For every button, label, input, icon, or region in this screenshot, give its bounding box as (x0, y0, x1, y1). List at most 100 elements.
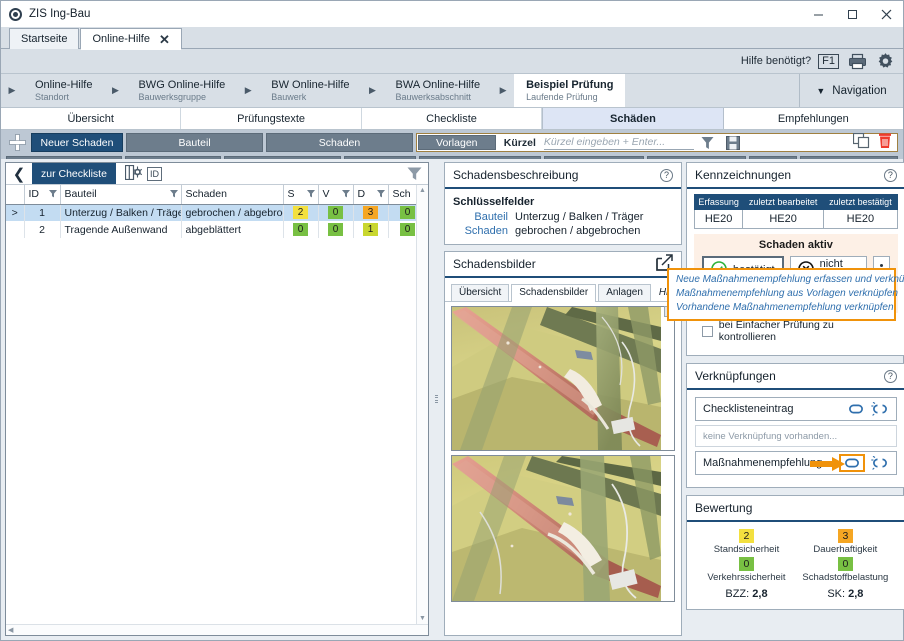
filter-icon[interactable] (377, 189, 385, 201)
scroll-up-icon[interactable]: ▲ (419, 187, 426, 194)
vorlagen-button[interactable]: Vorlagen (418, 135, 496, 150)
bzz-label: BZZ: (725, 588, 749, 600)
damages-table: ID Bauteil Schaden S V D Sch (6, 185, 416, 238)
new-damage-button[interactable]: Neuer Schaden (31, 133, 123, 152)
tab-label: Empfehlungen (778, 113, 849, 125)
cell-bauteil: Unterzug / Balken / Träger (60, 204, 181, 221)
breadcrumb-item-pruefung[interactable]: Beispiel Prüfung Laufende Prüfung (514, 74, 625, 107)
table-row[interactable]: > 1 Unterzug / Balken / Träger gebrochen… (6, 204, 416, 221)
breadcrumb-item-bauwerksgruppe[interactable]: BWG Online-Hilfe Bauwerksgruppe (126, 74, 237, 107)
bauteil-button[interactable]: Bauteil (126, 133, 263, 152)
id-toggle-button[interactable]: ID (147, 167, 162, 181)
damage-photo-2[interactable] (451, 455, 675, 602)
tooltip-option-new[interactable]: Neue Maßnahmenempfehlung erfassen und ve… (676, 273, 887, 287)
row-expander[interactable] (6, 221, 24, 238)
filter-icon[interactable] (307, 189, 315, 201)
grid-horizontal-scrollbar[interactable]: ◀ (6, 624, 428, 635)
breadcrumb-title: BWG Online-Hilfe (138, 79, 225, 92)
link-icon[interactable] (847, 402, 865, 416)
tab-uebersicht[interactable]: Übersicht (1, 108, 181, 129)
unlink-icon[interactable] (871, 456, 889, 470)
filter-icon[interactable] (697, 135, 719, 150)
columns-settings-icon[interactable] (125, 165, 142, 183)
schaden-button[interactable]: Schaden (266, 133, 413, 152)
tab-empfehlungen[interactable]: Empfehlungen (724, 108, 903, 129)
copy-icon[interactable] (853, 133, 870, 152)
th-label: ID (29, 188, 40, 200)
filter-icon[interactable] (342, 189, 350, 201)
printer-icon[interactable] (848, 53, 867, 70)
tab-label: Übersicht (67, 113, 113, 125)
marking-table: Erfassung zuletzt bearbeitet zuletzt bes… (694, 194, 898, 229)
damage-photo-1[interactable]: X (451, 306, 675, 451)
grid-filter-icon[interactable] (407, 163, 428, 184)
th-bauteil[interactable]: Bauteil (60, 185, 181, 204)
cell-s: 2 (283, 204, 318, 221)
breadcrumb-item-bauwerk[interactable]: BW Online-Hilfe Bauwerk (259, 74, 361, 107)
damages-grid-column: ❮ zur Checkliste (5, 162, 429, 636)
tab-pruefungstexte[interactable]: Prüfungstexte (181, 108, 361, 129)
save-icon[interactable] (722, 135, 744, 150)
th-zuletzt-bestaetigt: zuletzt bestätigt (824, 195, 898, 210)
simple-check-checkbox[interactable] (702, 326, 713, 337)
maximize-button[interactable] (835, 1, 869, 27)
key-field-label[interactable]: Schaden (453, 225, 515, 237)
pic-tab-uebersicht[interactable]: Übersicht (451, 284, 509, 301)
th-s[interactable]: S (283, 185, 318, 204)
table-row[interactable]: 2 Tragende Außenwand abgeblättert 0 0 1 … (6, 221, 416, 238)
document-tab-startseite[interactable]: Startseite (9, 28, 79, 49)
th-id[interactable]: ID (24, 185, 60, 204)
tooltip-option-templates[interactable]: Maßnahmenempfehlung aus Vorlagen verknüp… (676, 287, 887, 301)
close-icon[interactable]: ✕ (159, 33, 170, 46)
gear-icon[interactable] (876, 52, 895, 71)
document-tab-online-hilfe[interactable]: Online-Hilfe ✕ (80, 28, 181, 49)
back-chevron-icon[interactable]: ❮ (6, 163, 32, 184)
bewertung-body: 2 Standsicherheit 3 Dauerhaftigkeit 0 Ve… (687, 522, 904, 609)
th-d[interactable]: D (353, 185, 388, 204)
unlink-icon[interactable] (871, 402, 889, 416)
pic-tab-schadensbilder[interactable]: Schadensbilder (511, 284, 596, 302)
breadcrumb-subtitle: Bauwerksabschnitt (396, 92, 481, 102)
panel-splitter[interactable] (433, 162, 440, 636)
tab-checkliste[interactable]: Checkliste (362, 108, 542, 129)
status-badge: 0 (400, 223, 415, 236)
trash-icon[interactable] (878, 133, 892, 152)
filter-icon[interactable] (416, 189, 417, 201)
pictures-panel-header: Schadensbilder (445, 252, 681, 278)
tab-schaeden[interactable]: Schäden (542, 108, 723, 129)
help-icon[interactable]: ? (884, 370, 897, 383)
description-panel-body: Schlüsselfelder Bauteil Unterzug / Balke… (445, 189, 681, 244)
help-icon[interactable]: ? (660, 169, 673, 182)
row-expander[interactable]: > (6, 204, 24, 221)
th-sch[interactable]: Sch (388, 185, 416, 204)
plus-icon[interactable] (6, 133, 28, 152)
key-field-value: gebrochen / abgebrochen (515, 225, 640, 237)
breadcrumb-item-bauwerksabschnitt[interactable]: BWA Online-Hilfe Bauwerksabschnitt (384, 74, 493, 107)
help-icon[interactable]: ? (884, 169, 897, 182)
grid-vertical-scrollbar[interactable]: ▲ ▼ (416, 185, 428, 624)
bewertung-verkehrssicherheit: 0 Verkehrssicherheit (697, 557, 796, 583)
status-badge: 3 (363, 206, 378, 219)
key-field-label[interactable]: Bauteil (453, 211, 515, 223)
sk-label: SK: (827, 588, 845, 600)
chevron-down-icon: ▼ (816, 86, 825, 96)
minimize-button[interactable] (801, 1, 835, 27)
scroll-left-icon[interactable]: ◀ (8, 626, 13, 634)
close-button[interactable] (869, 1, 903, 27)
to-checklist-button[interactable]: zur Checkliste (32, 163, 116, 184)
pic-tab-anlagen[interactable]: Anlagen (598, 284, 651, 301)
details-column: Schadensbeschreibung ? Schlüsselfelder B… (444, 162, 682, 636)
breadcrumb-item-standort[interactable]: Online-Hilfe Standort (23, 74, 104, 107)
th-label: V (323, 188, 330, 200)
tooltip-option-existing[interactable]: Vorhandene Maßnahmenempfehlung verknüpfe… (676, 301, 887, 315)
breadcrumb-title: Online-Hilfe (35, 79, 92, 92)
f1-key-button[interactable]: F1 (818, 54, 839, 69)
kuerzel-input[interactable]: Kürzel eingeben + Enter... (544, 135, 694, 150)
checklist-link-label: Checklisteneintrag (703, 403, 841, 415)
navigation-dropdown[interactable]: ▼ Navigation (799, 74, 903, 107)
scroll-down-icon[interactable]: ▼ (419, 615, 426, 622)
th-v[interactable]: V (318, 185, 353, 204)
filter-icon[interactable] (170, 189, 178, 201)
filter-icon[interactable] (49, 189, 57, 201)
th-schaden[interactable]: Schaden (181, 185, 283, 204)
